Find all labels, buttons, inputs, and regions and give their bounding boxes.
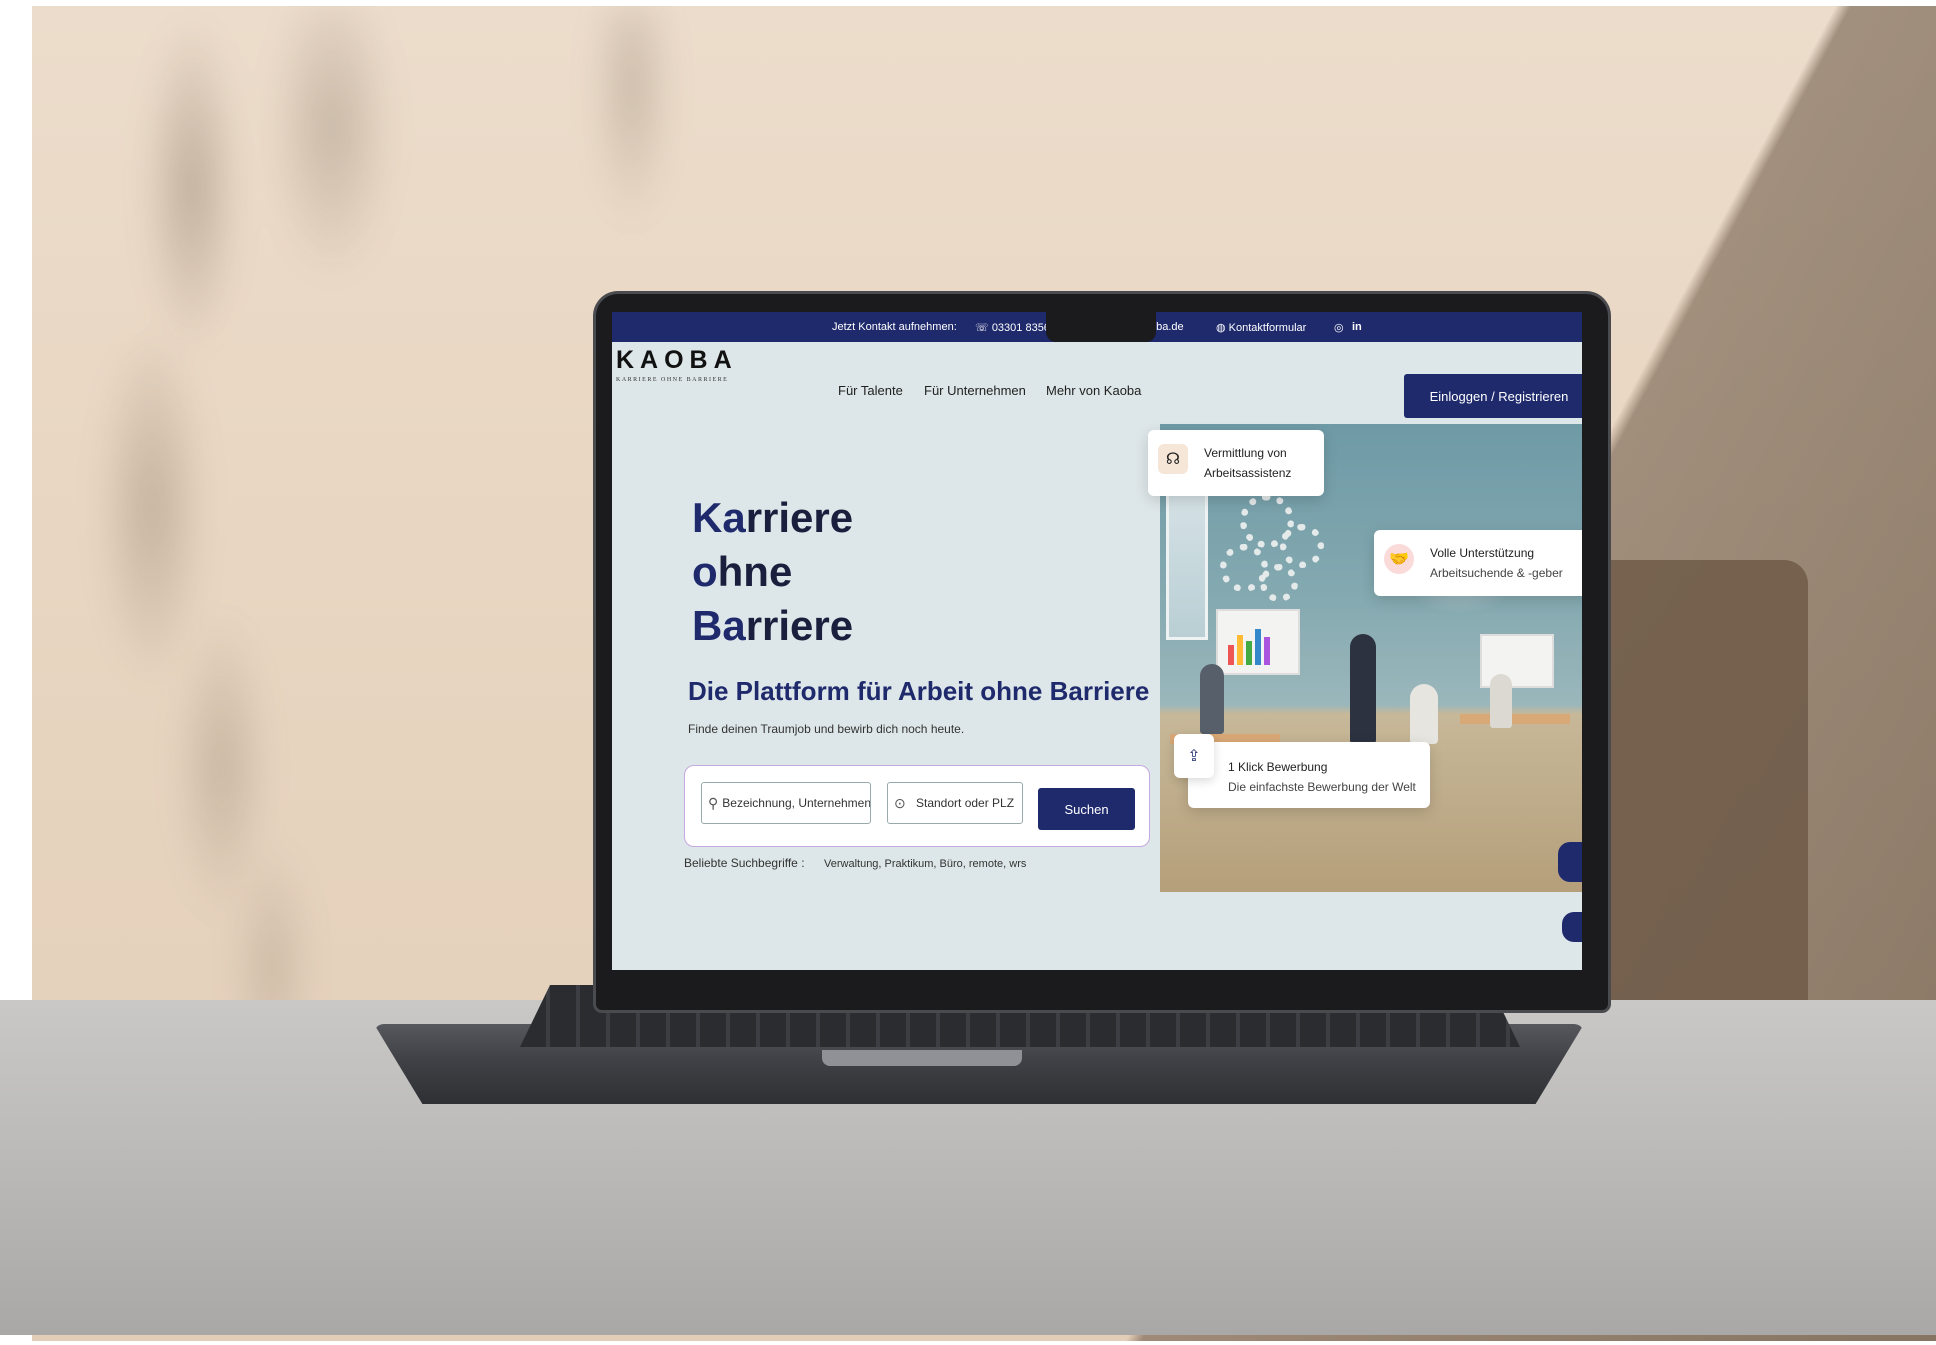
login-register-button[interactable]: Einloggen / Registrieren [1404,374,1582,418]
logo-tagline: KARRIERE OHNE BARRIERE [616,377,729,383]
job-search-form: ⚲ Bezeichnung, Unternehmen ⊙ Standort od… [684,765,1150,847]
accessibility-widget-button[interactable] [1562,912,1582,942]
background-block [1578,560,1808,1030]
kaoba-logo[interactable]: KAOBA [616,346,738,375]
hero-description: Finde deinen Traumjob und bewirb dich no… [688,722,965,736]
hero-title-line-1: Karriere [692,494,854,541]
feature-card-apply: ⇪ 1 Klick Bewerbung Die einfachste Bewer… [1174,734,1430,808]
keyword-search-input[interactable]: ⚲ Bezeichnung, Unternehmen [701,782,871,824]
desk [1460,714,1570,724]
camera-notch [1046,312,1156,342]
laptop-screen: Jetzt Kontakt aufnehmen: ☏ 03301 8356 ob… [612,312,1582,970]
hero-title-line-2: ohne [692,548,793,595]
globe-icon: ◍ [1216,322,1229,334]
phone-icon: ☏ [975,322,992,334]
person-figure [1490,674,1512,728]
contact-label: Jetzt Kontakt aufnehmen: [832,321,957,333]
laptop-opening-notch [822,1050,1022,1066]
person-figure [1410,684,1438,744]
wall-chart [1216,609,1300,675]
person-figure [1200,664,1224,734]
phone-link[interactable]: ☏ 03301 8356 [975,321,1050,334]
search-button[interactable]: Suchen [1038,788,1135,830]
linkedin-icon[interactable]: in [1352,321,1362,333]
location-input[interactable]: ⊙ Standort oder PLZ [887,782,1023,824]
person-figure [1350,634,1376,744]
search-icon: ⚲ [708,794,719,811]
handshake-icon: 🤝 [1384,544,1414,574]
headset-icon: ☊ [1158,444,1188,474]
instagram-icon[interactable]: ◎ [1334,321,1344,334]
gear-decoration [1280,524,1324,568]
feature-card-support: 🤝 Volle Unterstützung Arbeitsuchende & -… [1374,530,1582,596]
nav-link-talente[interactable]: Für Talente [838,383,903,398]
popular-searches-label: Beliebte Suchbegriffe : [684,856,805,870]
popular-search-terms[interactable]: Verwaltung, Praktikum, Büro, remote, wrs [824,858,1026,870]
hero-subtitle: Die Plattform für Arbeit ohne Barriere [688,676,1150,706]
chat-widget-button[interactable] [1558,842,1582,882]
feature-card-assistance: ☊ Vermittlung von Arbeitsassistenz [1148,430,1324,496]
hero-title-line-3: Barriere [692,602,854,649]
nav-link-mehr[interactable]: Mehr von Kaoba [1046,383,1141,398]
nav-link-unternehmen[interactable]: Für Unternehmen [924,383,1026,398]
office-window [1166,484,1208,640]
location-pin-icon: ⊙ [894,794,906,811]
contact-form-link[interactable]: ◍ Kontaktformular [1216,321,1306,334]
upload-file-icon: ⇪ [1174,734,1214,778]
gear-decoration [1260,564,1298,602]
